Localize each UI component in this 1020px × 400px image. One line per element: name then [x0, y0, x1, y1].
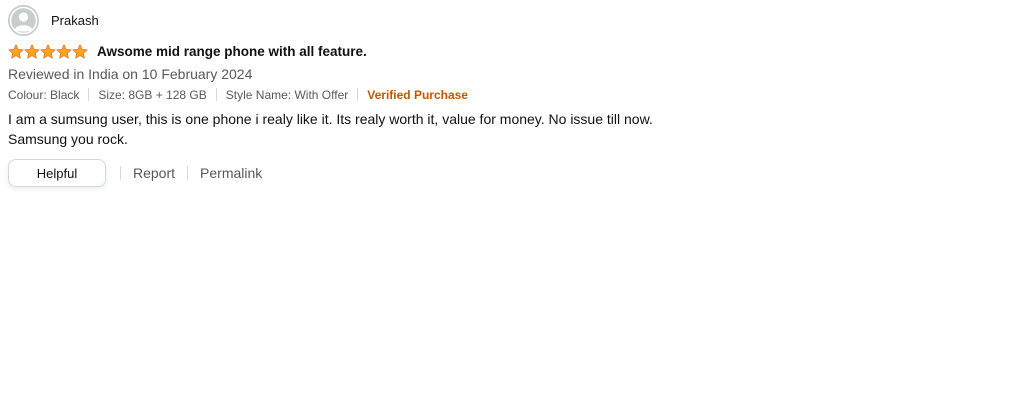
format-colour[interactable]: Colour: Black — [8, 88, 79, 102]
review-body: I am a sumsung user, this is one phone i… — [8, 109, 1008, 149]
format-divider — [88, 88, 90, 101]
format-divider — [357, 88, 359, 101]
helpful-button[interactable]: Helpful — [8, 159, 106, 187]
star-icon — [24, 43, 40, 59]
reviewer-profile[interactable]: Prakash — [8, 5, 1008, 36]
permalink-link[interactable]: Permalink — [200, 165, 262, 181]
format-size[interactable]: Size: 8GB + 128 GB — [98, 88, 206, 102]
default-user-avatar-icon[interactable] — [8, 5, 39, 36]
review-date: Reviewed in India on 10 February 2024 — [8, 66, 253, 82]
review-title[interactable]: Awsome mid range phone with all feature. — [97, 44, 367, 59]
format-divider — [215, 88, 217, 101]
action-divider — [120, 166, 121, 180]
action-divider — [187, 166, 189, 180]
star-rating[interactable] — [8, 43, 88, 59]
product-format-strip[interactable]: Colour: Black Size: 8GB + 128 GB Style N… — [8, 86, 1008, 103]
verified-purchase-badge: Verified Purchase — [367, 87, 468, 102]
star-icon — [72, 43, 88, 59]
report-link[interactable]: Report — [133, 165, 175, 181]
star-icon — [56, 43, 72, 59]
review-actions: Helpful Report Permalink — [8, 158, 1008, 188]
star-icon — [40, 43, 56, 59]
format-style[interactable]: Style Name: With Offer — [226, 88, 348, 102]
star-icon — [8, 43, 24, 59]
review-body-line: Samsung you rock. — [8, 131, 128, 147]
reviewer-name[interactable]: Prakash — [51, 13, 99, 28]
customer-review: Prakash Awsome mid range phone with all … — [8, 5, 1008, 188]
review-body-line: I am a sumsung user, this is one phone i… — [8, 111, 653, 127]
review-title-row: Awsome mid range phone with all feature. — [8, 43, 1008, 59]
